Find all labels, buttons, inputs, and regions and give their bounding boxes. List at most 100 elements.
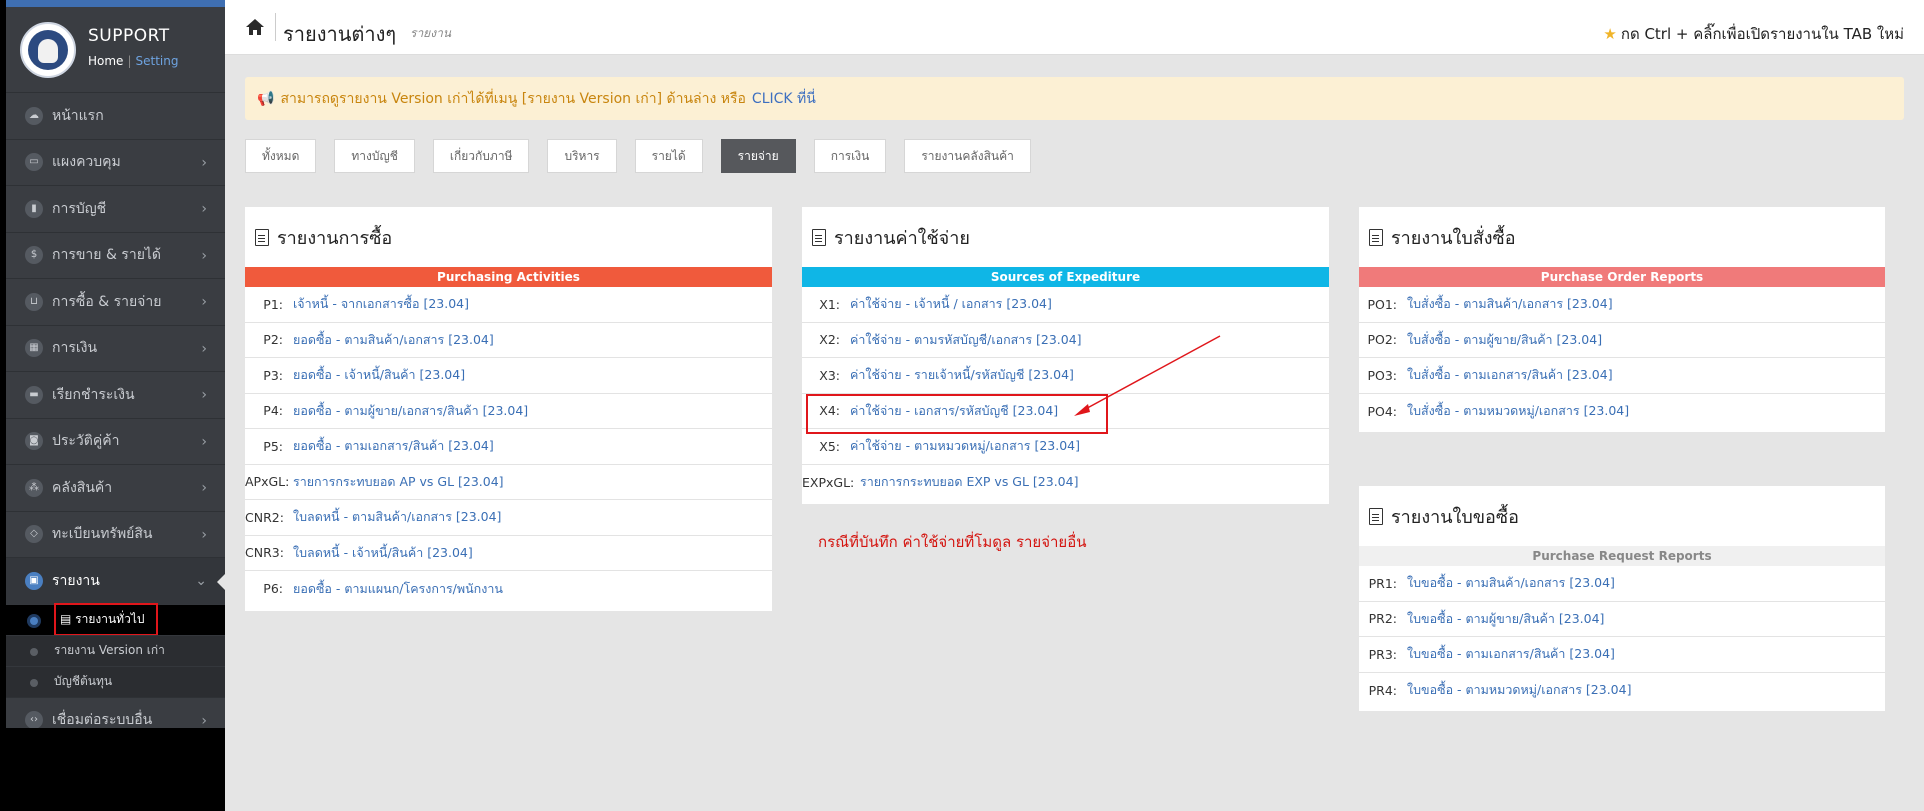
report-link[interactable]: เจ้าหนี้ - จากเอกสารซื้อ [23.04]: [293, 294, 469, 314]
report-link[interactable]: ยอดซื้อ - ตามผู้ขาย/เอกสาร/สินค้า [23.04…: [293, 401, 528, 421]
report-row[interactable]: EXPxGL: รายการกระทบยอด EXP vs GL [23.04]: [802, 465, 1329, 501]
report-link[interactable]: ค่าใช้จ่าย - เจ้าหนี้ / เอกสาร [23.04]: [850, 294, 1052, 314]
chevron-right-icon: ›: [201, 340, 207, 357]
report-row[interactable]: APxGL: รายการกระทบยอด AP vs GL [23.04]: [245, 465, 772, 500]
diamond-icon: ◇: [25, 525, 43, 544]
sidebar-item-dashboard[interactable]: ▭ แผงควบคุม ›: [6, 138, 225, 186]
home-icon[interactable]: [245, 18, 265, 36]
sidebar-item-billing[interactable]: ▬ เรียกชำระเงิน ›: [6, 371, 225, 418]
sidebar-item-accounting[interactable]: ▮ การบัญชี ›: [6, 185, 225, 232]
report-link[interactable]: ใบสั่งซื้อ - ตามสินค้า/เอกสาร [23.04]: [1407, 294, 1613, 314]
page-subtitle: รายงาน: [410, 26, 452, 40]
report-link[interactable]: ค่าใช้จ่าย - ตามหมวดหมู่/เอกสาร [23.04]: [850, 436, 1080, 456]
boxes-icon: ⁂: [25, 478, 43, 497]
report-link[interactable]: ใบขอซื้อ - ตามเอกสาร/สินค้า [23.04]: [1407, 644, 1615, 664]
report-row[interactable]: P1: เจ้าหนี้ - จากเอกสารซื้อ [23.04]: [245, 287, 772, 323]
sidebar-item-reports[interactable]: ▣ รายงาน ⌄: [6, 557, 225, 604]
sidebar-item-partners[interactable]: ◙ ประวัติคู่ค้า ›: [6, 417, 225, 465]
sidebar-item-inventory[interactable]: ⁂ คลังสินค้า ›: [6, 464, 225, 511]
page-header: รายงานต่างๆ รายงาน ★ กด Ctrl + คลิ๊กเพื่อ…: [225, 0, 1924, 55]
report-code: P3:: [263, 367, 283, 383]
report-link[interactable]: ค่าใช้จ่าย - รายเจ้าหนี้/รหัสบัญชี [23.0…: [850, 365, 1074, 385]
sidebar-item-label: เชื่อมต่อระบบอื่น: [52, 712, 153, 728]
sidebar-item-label: ทะเบียนทรัพย์สิน: [52, 526, 153, 543]
active-dot: [30, 616, 38, 625]
tab-inventory-reports[interactable]: รายงานคลังสินค้า: [904, 139, 1031, 173]
sidebar-item-home[interactable]: ☁ หน้าแรก: [6, 92, 225, 139]
report-icon: ▣: [25, 571, 43, 590]
report-row[interactable]: PR4: ใบขอซื้อ - ตามหมวดหมู่/เอกสาร [23.04…: [1359, 673, 1885, 709]
sidebar-item-purchase[interactable]: ⊔ การซื้อ & รายจ่าย ›: [6, 278, 225, 325]
report-link[interactable]: ค่าใช้จ่าย - ตามรหัสบัญชี/เอกสาร [23.04]: [850, 330, 1082, 350]
tab-finance[interactable]: การเงิน: [813, 139, 887, 173]
sidebar-subitem-cost-accounting[interactable]: บัญชีต้นทุน: [6, 665, 225, 697]
report-link[interactable]: รายการกระทบยอด AP vs GL [23.04]: [293, 472, 504, 492]
report-row[interactable]: X2: ค่าใช้จ่าย - ตามรหัสบัญชี/เอกสาร [23.…: [802, 323, 1329, 358]
report-row[interactable]: X4: ค่าใช้จ่าย - เอกสาร/รหัสบัญชี [23.04]: [802, 393, 1329, 434]
report-code: X1:: [819, 296, 840, 312]
report-row[interactable]: PR3: ใบขอซื้อ - ตามเอกสาร/สินค้า [23.04]: [1359, 637, 1885, 673]
sidebar-item-finance[interactable]: ▦ การเงิน ›: [6, 324, 225, 372]
tab-income[interactable]: รายได้: [634, 139, 703, 173]
report-filter-tabs: ทั้งหมด ทางบัญชี เกี่ยวกับภาษี บริหาร รา…: [245, 139, 1049, 173]
report-link[interactable]: ใบลดหนี้ - เจ้าหนี้/สินค้า [23.04]: [293, 543, 473, 563]
report-link[interactable]: รายการกระทบยอด EXP vs GL [23.04]: [860, 472, 1078, 492]
report-row[interactable]: PO1: ใบสั่งซื้อ - ตามสินค้า/เอกสาร [23.04…: [1359, 287, 1885, 323]
monitor-icon: ▭: [25, 153, 43, 172]
report-link[interactable]: ใบสั่งซื้อ - ตามเอกสาร/สินค้า [23.04]: [1407, 365, 1613, 385]
report-row[interactable]: P4: ยอดซื้อ - ตามผู้ขาย/เอกสาร/สินค้า [23…: [245, 394, 772, 429]
report-link[interactable]: ใบขอซื้อ - ตามผู้ขาย/สินค้า [23.04]: [1407, 609, 1604, 629]
report-row[interactable]: P6: ยอดซื้อ - ตามแผนก/โครงการ/พนักงาน: [245, 571, 772, 607]
report-row[interactable]: PR2: ใบขอซื้อ - ตามผู้ขาย/สินค้า [23.04]: [1359, 602, 1885, 637]
home-link[interactable]: Home: [88, 54, 123, 68]
report-row[interactable]: P3: ยอดซื้อ - เจ้าหนี้/สินค้า [23.04]: [245, 358, 772, 394]
report-link[interactable]: ใบขอซื้อ - ตามหมวดหมู่/เอกสาร [23.04]: [1407, 680, 1631, 700]
sidebar-item-integrations[interactable]: ‹› เชื่อมต่อระบบอื่น ›: [6, 696, 225, 728]
report-link[interactable]: ยอดซื้อ - ตามสินค้า/เอกสาร [23.04]: [293, 330, 494, 350]
report-row[interactable]: PO2: ใบสั่งซื้อ - ตามผู้ขาย/สินค้า [23.04…: [1359, 323, 1885, 358]
panel-title: รายงานค่าใช้จ่าย: [834, 227, 970, 249]
report-row[interactable]: X3: ค่าใช้จ่าย - รายเจ้าหนี้/รหัสบัญชี [2…: [802, 358, 1329, 394]
report-code: X2:: [819, 332, 840, 348]
report-row[interactable]: X5: ค่าใช้จ่าย - ตามหมวดหมู่/เอกสาร [23.0…: [802, 429, 1329, 465]
report-link[interactable]: ใบสั่งซื้อ - ตามหมวดหมู่/เอกสาร [23.04]: [1407, 401, 1629, 421]
notice-link[interactable]: CLICK ที่นี่: [752, 88, 816, 110]
report-row[interactable]: CNR2: ใบลดหนี้ - ตามสินค้า/เอกสาร [23.04]: [245, 500, 772, 536]
tab-management[interactable]: บริหาร: [547, 139, 617, 173]
report-link[interactable]: ใบขอซื้อ - ตามสินค้า/เอกสาร [23.04]: [1407, 573, 1615, 593]
report-row[interactable]: PO3: ใบสั่งซื้อ - ตามเอกสาร/สินค้า [23.04…: [1359, 358, 1885, 394]
report-link[interactable]: ใบลดหนี้ - ตามสินค้า/เอกสาร [23.04]: [293, 507, 501, 527]
sidebar-subitem-general-reports[interactable]: ▤ รายงานทั่วไป: [6, 603, 225, 636]
tab-accounting[interactable]: ทางบัญชี: [334, 139, 415, 173]
document-icon: [1369, 507, 1383, 525]
report-link[interactable]: ใบสั่งซื้อ - ตามผู้ขาย/สินค้า [23.04]: [1407, 330, 1602, 350]
report-code: P6:: [263, 581, 283, 597]
setting-link[interactable]: Setting: [135, 54, 178, 68]
report-code: P1:: [263, 296, 283, 312]
document-icon: [255, 228, 269, 246]
report-row[interactable]: PO4: ใบสั่งซื้อ - ตามหมวดหมู่/เอกสาร [23.…: [1359, 394, 1885, 430]
sidebar-item-label: การเงิน: [52, 340, 98, 357]
chevron-right-icon: ›: [201, 526, 207, 543]
tab-all[interactable]: ทั้งหมด: [245, 139, 317, 173]
report-row[interactable]: P5: ยอดซื้อ - ตามเอกสาร/สินค้า [23.04]: [245, 429, 772, 465]
sidebar-subitem-label: รายงาน Version เก่า: [54, 643, 165, 657]
report-link[interactable]: ยอดซื้อ - เจ้าหนี้/สินค้า [23.04]: [293, 365, 465, 385]
tab-expense[interactable]: รายจ่าย: [720, 139, 796, 173]
report-row[interactable]: X1: ค่าใช้จ่าย - เจ้าหนี้ / เอกสาร [23.04…: [802, 287, 1329, 323]
sidebar-item-sales[interactable]: $ การขาย & รายได้ ›: [6, 231, 225, 279]
report-row[interactable]: P2: ยอดซื้อ - ตามสินค้า/เอกสาร [23.04]: [245, 323, 772, 358]
calendar-icon: ▦: [25, 339, 43, 358]
report-code: P4:: [263, 403, 283, 419]
report-row[interactable]: PR1: ใบขอซื้อ - ตามสินค้า/เอกสาร [23.04]: [1359, 566, 1885, 602]
notice-banner: 📢 สามารถดูรายงาน Version เก่าได้ที่เมนู …: [245, 77, 1904, 120]
tab-tax[interactable]: เกี่ยวกับภาษี: [432, 139, 530, 173]
sidebar-item-assets[interactable]: ◇ ทะเบียนทรัพย์สิน ›: [6, 510, 225, 558]
sidebar-item-label: การขาย & รายได้: [52, 247, 162, 264]
report-link[interactable]: ยอดซื้อ - ตามเอกสาร/สินค้า [23.04]: [293, 436, 494, 456]
expense-report-panel: รายงานค่าใช้จ่าย Sources of Expediture X…: [802, 207, 1329, 504]
sidebar-subitem-old-reports[interactable]: รายงาน Version เก่า: [6, 634, 225, 666]
report-link[interactable]: ยอดซื้อ - ตามแผนก/โครงการ/พนักงาน: [293, 579, 503, 599]
purchase-report-panel: รายงานการซื้อ Purchasing Activities P1: เ…: [245, 207, 772, 611]
report-row[interactable]: CNR3: ใบลดหนี้ - เจ้าหนี้/สินค้า [23.04]: [245, 536, 772, 571]
